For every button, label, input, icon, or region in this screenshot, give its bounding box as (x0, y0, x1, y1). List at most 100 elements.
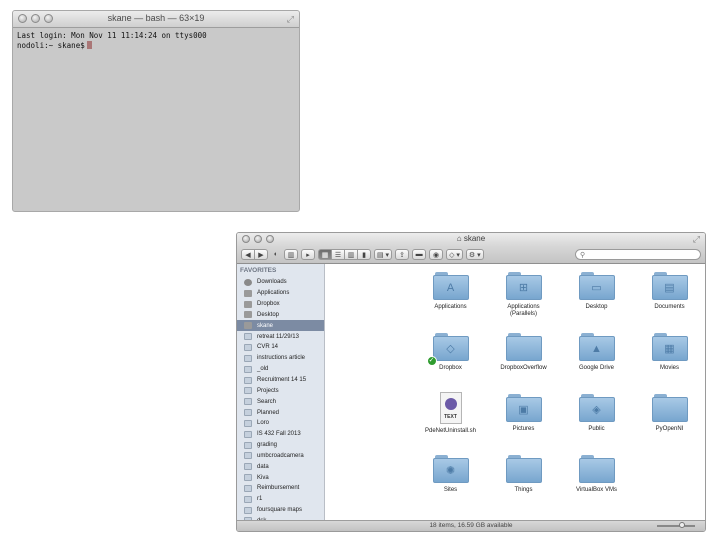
folder-icon (244, 495, 252, 503)
sidebar-item[interactable]: IS 432 Fall 2013 (237, 429, 324, 440)
sidebar-item-label: Projects (257, 387, 279, 394)
sidebar-item[interactable]: Reimbursement (237, 483, 324, 494)
sidebar-item[interactable]: instructions article (237, 353, 324, 364)
terminal-prompt: nodoli:~ skane$ (17, 41, 85, 50)
desktop-icon (244, 311, 252, 319)
folder-icon (244, 409, 252, 417)
icon-view-button[interactable]: ▦ (318, 249, 332, 260)
sidebar-item[interactable]: retreat 11/29/13 (237, 331, 324, 342)
file-item[interactable]: ▣ Pictures (487, 390, 560, 451)
file-item[interactable]: Things (487, 451, 560, 512)
sidebar-heading: FAVORITES (240, 267, 277, 274)
sidebar-item[interactable]: Recruitment 14 15 (237, 375, 324, 386)
status-bar: 18 items, 16.59 GB available (237, 520, 705, 531)
search-input[interactable]: ⚲ (575, 249, 701, 260)
sidebar-item[interactable]: umbcroadcamera (237, 451, 324, 462)
file-item[interactable]: A Applications (414, 268, 487, 329)
sidebar-item[interactable]: r1 (237, 494, 324, 505)
folder-icon: ◈ (578, 394, 615, 422)
sidebar-item[interactable]: data (237, 461, 324, 472)
file-browser[interactable]: A Applications ⊞ Applications (Parallels) ▭ D… (325, 264, 705, 520)
folder-icon (578, 455, 615, 483)
toggle-button[interactable]: ▬ (412, 249, 427, 260)
script-emblem-icon (444, 398, 457, 410)
sidebar-item[interactable]: Kiva (237, 472, 324, 483)
file-item[interactable]: ▲ Google Drive (560, 329, 633, 390)
terminal-prompt-line: nodoli:~ skane$ (17, 41, 295, 51)
finder-titlebar[interactable]: ⌂ skane ⤢ (237, 233, 705, 246)
folder-emblem-icon (651, 397, 688, 422)
sidebar-list: Downloads Applications Dropbox Desktop skane… (237, 277, 324, 520)
icon-size-slider[interactable] (657, 525, 695, 527)
icon-size-slider-knob[interactable] (679, 522, 685, 528)
file-item-label: PdeNetUninstall.sh (424, 428, 477, 434)
sidebar-item[interactable]: Loro (237, 418, 324, 429)
back-button[interactable]: ◀ (241, 249, 255, 260)
action-gear-button[interactable]: ⚙ ▾ (465, 249, 484, 260)
folder-icon (244, 441, 252, 449)
folder-icon (505, 455, 542, 483)
sidebar-item[interactable]: Search (237, 396, 324, 407)
sidebar-item[interactable]: Dropbox (237, 299, 324, 310)
file-item[interactable]: TEXT PdeNetUninstall.sh (414, 390, 487, 451)
column-view-button[interactable]: ▥ (344, 249, 358, 260)
file-item[interactable]: ▤ Documents (633, 268, 705, 329)
file-item[interactable]: VirtualBox VMs (560, 451, 633, 512)
file-item[interactable]: ◈ Public (560, 390, 633, 451)
sidebar-item-label: foursquare maps (257, 507, 303, 514)
fullscreen-icon[interactable]: ⤢ (287, 14, 294, 25)
eye-icon[interactable]: ◉ (429, 249, 444, 260)
sidebar-item[interactable]: _old (237, 364, 324, 375)
forward-button[interactable]: ▶ (254, 249, 268, 260)
sidebar-item-label: r1 (257, 496, 263, 503)
downloads-icon (244, 278, 252, 286)
folder-icon (244, 365, 252, 373)
sidebar-item[interactable]: Projects (237, 385, 324, 396)
folder-icon (244, 376, 252, 384)
folder-icon: ▲ (578, 333, 615, 361)
file-item[interactable]: ✺ Sites (414, 451, 487, 512)
sidebar-item-label: skane (257, 322, 274, 329)
file-item-label: Things (514, 487, 533, 493)
quicklook-icon[interactable]: ◐ (271, 249, 281, 260)
folder-icon (244, 452, 252, 460)
sidebar-item[interactable]: Desktop (237, 310, 324, 321)
coverflow-view-button[interactable]: ▮ (357, 249, 371, 260)
sidebar-item-label: umbcroadcamera (257, 452, 304, 459)
file-grid: A Applications ⊞ Applications (Parallels) ▭ D… (414, 264, 705, 512)
file-item[interactable]: PyOpenNI (633, 390, 705, 451)
sidebar-item-label: Planned (257, 409, 280, 416)
sidebar-item-label: Applications (257, 290, 290, 297)
folder-icon: ⊞ (505, 272, 542, 300)
sidebar-item[interactable]: CVR 14 (237, 342, 324, 353)
list-view-button[interactable]: ☰ (331, 249, 345, 260)
folder-icon (244, 463, 252, 471)
sidebar-item[interactable]: foursquare maps (237, 505, 324, 516)
arrange-button[interactable]: ▤ ▾ (374, 249, 393, 260)
sidebar-item[interactable]: grading (237, 440, 324, 451)
file-item[interactable]: DropboxOverflow (487, 329, 560, 390)
folder-emblem-icon: ◈ (578, 397, 615, 422)
terminal-titlebar[interactable]: skane — bash — 63×19 ⤢ (13, 11, 299, 28)
file-item[interactable]: ▭ Desktop (560, 268, 633, 329)
sidebar-item[interactable]: Downloads (237, 277, 324, 288)
folder-icon (244, 398, 252, 406)
sidebar-item-label: _old (257, 366, 269, 373)
sidebar-item[interactable]: skane (237, 320, 324, 332)
sidebar-item[interactable]: Applications (237, 288, 324, 299)
apps-button[interactable]: ▥ (284, 249, 298, 260)
terminal-button[interactable]: ▸ (301, 249, 315, 260)
sidebar-item-label: data (257, 463, 269, 470)
folder-emblem-icon (578, 458, 615, 483)
file-item[interactable]: ◇ ✓ Dropbox (414, 329, 487, 390)
document-icon: TEXT (439, 392, 462, 424)
fullscreen-icon[interactable]: ⤢ (693, 234, 700, 245)
terminal-content[interactable]: Last login: Mon Nov 11 11:14:24 on ttys0… (13, 28, 299, 54)
file-item[interactable]: ⊞ Applications (Parallels) (487, 268, 560, 329)
finder-main: FAVORITES Downloads Applications Dropbox De… (237, 264, 705, 520)
file-item[interactable]: ▦ Movies (633, 329, 705, 390)
dropbox-menu-button[interactable]: ◇ ▾ (446, 249, 463, 260)
share-button[interactable]: ⇪ (395, 249, 410, 260)
file-item-label: Pictures (512, 426, 535, 432)
sidebar-item[interactable]: Planned (237, 407, 324, 418)
